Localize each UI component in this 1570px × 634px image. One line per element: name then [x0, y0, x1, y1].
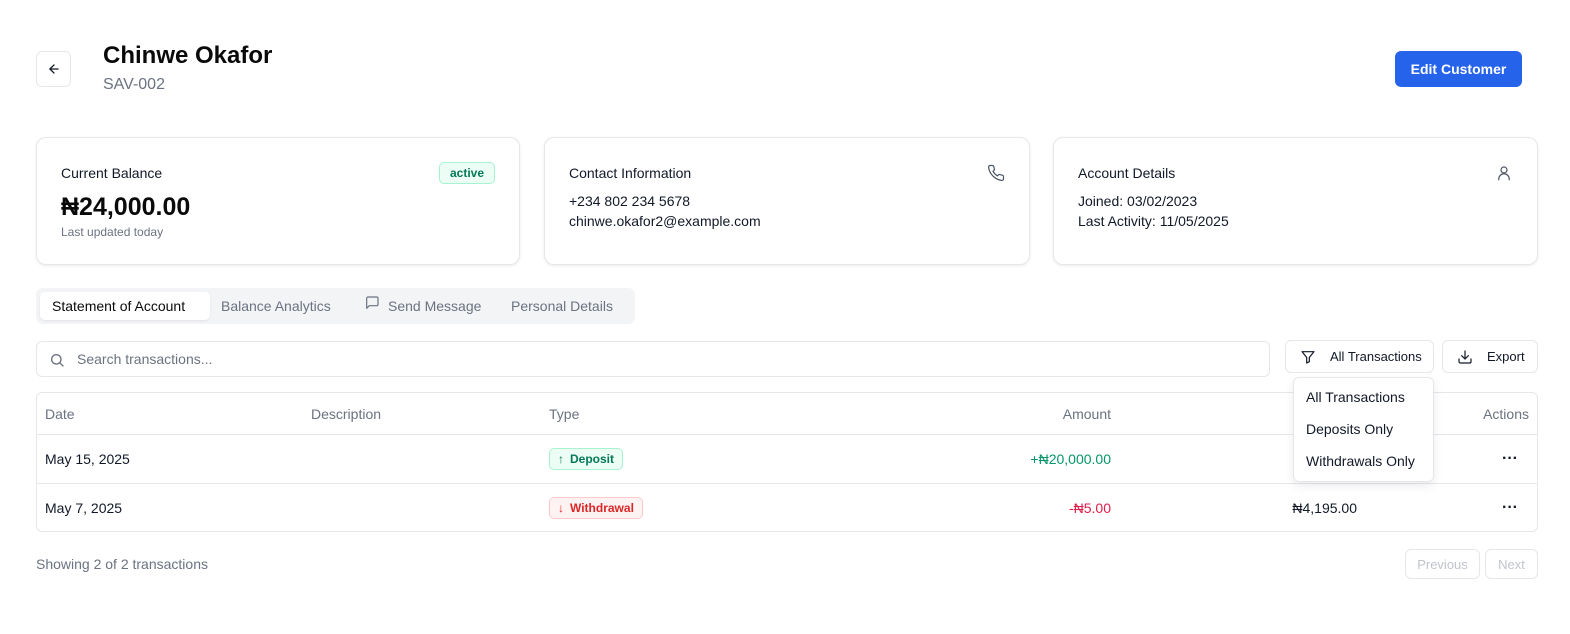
- filter-dropdown-menu: All Transactions Deposits Only Withdrawa…: [1293, 377, 1434, 482]
- column-header-actions: Actions: [1483, 406, 1529, 422]
- export-button[interactable]: Export: [1442, 340, 1538, 373]
- contact-email: chinwe.okafor2@example.com: [569, 213, 761, 229]
- edit-customer-button[interactable]: Edit Customer: [1395, 51, 1522, 87]
- tab-personal-details[interactable]: Personal Details: [499, 292, 625, 320]
- pagination-summary: Showing 2 of 2 transactions: [36, 556, 208, 572]
- filter-option-withdrawals[interactable]: Withdrawals Only: [1306, 453, 1415, 469]
- next-page-button[interactable]: Next: [1485, 549, 1538, 579]
- filter-button-label: All Transactions: [1330, 349, 1422, 364]
- cell-amount: +₦20,000.00: [1030, 451, 1111, 467]
- filter-option-all[interactable]: All Transactions: [1306, 389, 1405, 405]
- cell-type: ↑ Deposit: [549, 435, 624, 483]
- cell-type: ↓ Withdrawal: [549, 484, 643, 532]
- page-title: Chinwe Okafor: [103, 42, 273, 69]
- filter-icon: [1301, 350, 1315, 364]
- tab-label: Personal Details: [511, 298, 613, 314]
- account-id: SAV-002: [103, 76, 165, 93]
- account-joined: Joined: 03/02/2023: [1078, 193, 1198, 209]
- previous-page-button[interactable]: Previous: [1405, 549, 1480, 579]
- account-card: Account Details Joined: 03/02/2023 Last …: [1053, 137, 1538, 265]
- search-box: [36, 341, 1270, 377]
- tab-statement-of-account[interactable]: Statement of Account: [40, 292, 210, 320]
- filter-option-deposits[interactable]: Deposits Only: [1306, 421, 1393, 437]
- type-label: Deposit: [570, 452, 615, 466]
- phone-icon: [987, 164, 1005, 182]
- row-actions-button[interactable]: ···: [1499, 484, 1521, 532]
- contact-phone: +234 802 234 5678: [569, 193, 691, 209]
- balance-card-title: Current Balance: [61, 165, 163, 181]
- tab-bar: Statement of Account Balance Analytics S…: [36, 288, 635, 324]
- column-header-description[interactable]: Description: [311, 393, 381, 435]
- message-icon: [366, 296, 379, 309]
- account-card-title: Account Details: [1078, 165, 1176, 181]
- arrow-down-icon: ↓: [558, 501, 564, 515]
- download-icon: [1458, 349, 1472, 364]
- search-icon: [51, 354, 64, 367]
- table-row: May 7, 2025 ↓ Withdrawal -₦5.00 ₦4,195.0…: [37, 483, 1537, 532]
- back-button[interactable]: [36, 51, 71, 87]
- arrow-up-icon: ↑: [558, 452, 564, 466]
- column-header-type[interactable]: Type: [549, 393, 579, 435]
- cell-date: May 15, 2025: [45, 451, 130, 467]
- tab-label: Send Message: [388, 298, 482, 314]
- status-badge: active: [438, 162, 495, 184]
- deposit-badge: ↑ Deposit: [549, 448, 624, 470]
- row-actions-button[interactable]: ···: [1499, 435, 1521, 483]
- export-button-label: Export: [1487, 349, 1525, 364]
- withdrawal-badge: ↓ Withdrawal: [549, 497, 643, 519]
- account-last-activity: Last Activity: 11/05/2025: [1078, 213, 1229, 229]
- column-header-date[interactable]: Date: [45, 393, 75, 435]
- cell-date: May 7, 2025: [45, 500, 123, 516]
- tab-balance-analytics[interactable]: Balance Analytics: [209, 292, 343, 320]
- tab-send-message[interactable]: Send Message: [352, 292, 493, 320]
- filter-button[interactable]: All Transactions: [1285, 340, 1434, 373]
- cell-amount: -₦5.00: [1068, 500, 1111, 516]
- more-horizontal-icon: ···: [1502, 499, 1518, 516]
- more-horizontal-icon: ···: [1502, 450, 1518, 467]
- tab-label: Statement of Account: [52, 298, 186, 314]
- balance-updated-text: Last updated today: [61, 225, 164, 239]
- column-header-amount[interactable]: Amount: [1063, 393, 1111, 435]
- balance-card: Current Balance active ₦24,000.00 Last u…: [36, 137, 520, 265]
- arrow-left-icon: [48, 64, 59, 74]
- contact-card-title: Contact Information: [569, 165, 692, 181]
- search-input[interactable]: [77, 342, 1257, 376]
- cell-balance: ₦4,195.00: [1292, 500, 1357, 516]
- current-balance-amount: ₦24,000.00: [61, 193, 191, 221]
- type-label: Withdrawal: [570, 501, 634, 515]
- contact-card: Contact Information +234 802 234 5678 ch…: [544, 137, 1030, 265]
- tab-label: Balance Analytics: [221, 298, 331, 314]
- user-icon: [1498, 166, 1510, 181]
